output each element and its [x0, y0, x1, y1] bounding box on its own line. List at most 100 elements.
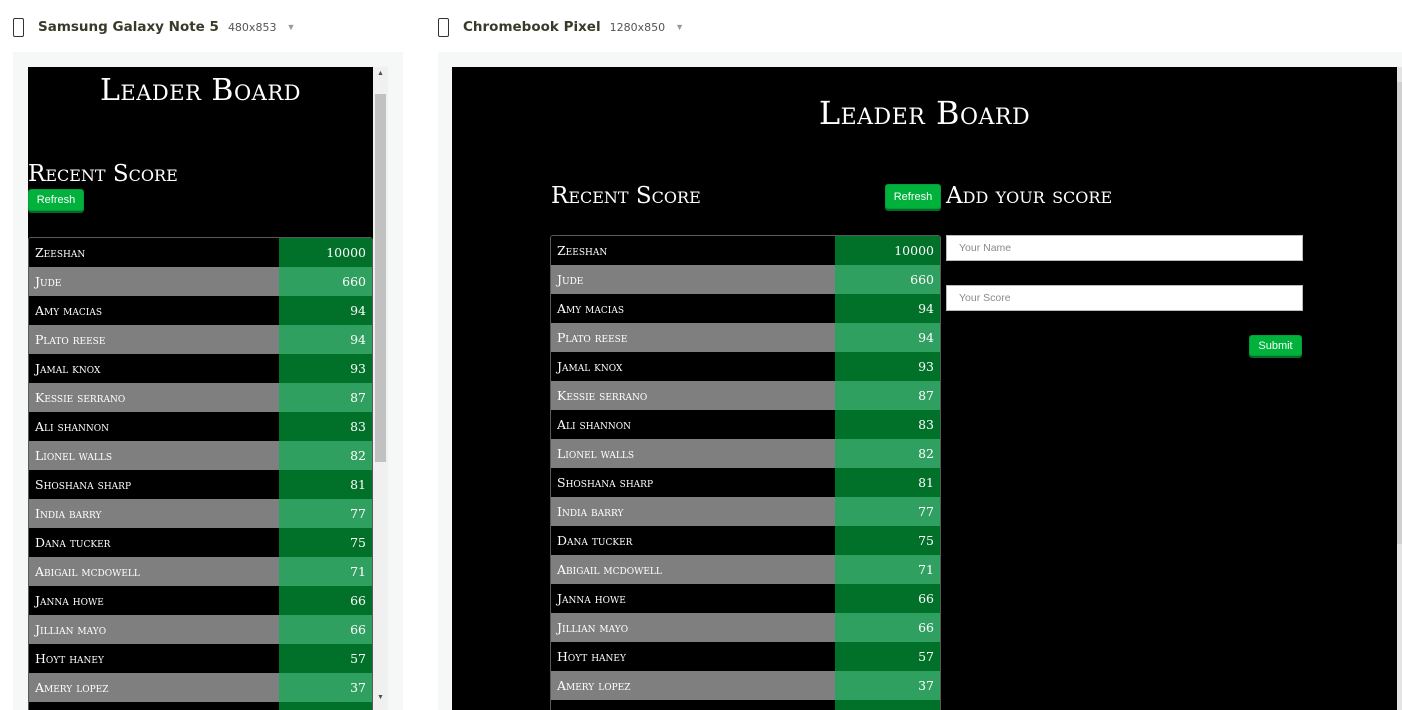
device-size: 480x853	[227, 20, 277, 34]
player-name: Dana tucker	[29, 528, 279, 557]
player-name: Abigail mcdowell	[29, 557, 279, 586]
player-score: 93	[835, 352, 940, 381]
chevron-down-icon[interactable]: ▼	[675, 22, 684, 32]
player-name: Plato reese	[551, 323, 835, 352]
player-score: 77	[279, 499, 372, 528]
score-table: Zeeshan 10000 Jude 660 Amy macias 94 Plato ree…	[28, 237, 373, 710]
player-score: 37	[835, 671, 940, 700]
score-input[interactable]	[946, 285, 1303, 311]
table-row: Zeeshan 10000	[29, 238, 372, 267]
player-score: 660	[835, 265, 940, 294]
table-row: Shoshana sharp 81	[551, 468, 940, 497]
device-size: 1280x850	[609, 20, 666, 34]
player-score: 57	[279, 644, 372, 673]
player-name: Hoyt haney	[551, 642, 835, 671]
table-row: Janna howe 66	[29, 586, 372, 615]
table-row: Hoyt haney 57	[551, 642, 940, 671]
scrollbar-thumb[interactable]	[375, 94, 386, 462]
player-score: 66	[279, 586, 372, 615]
player-score: 82	[279, 441, 372, 470]
table-row: Jillian mayo 66	[551, 613, 940, 642]
device-header-chromebook: Chromebook Pixel 1280x850 ▼	[438, 12, 684, 42]
player-score: 75	[835, 526, 940, 555]
player-score: 66	[835, 584, 940, 613]
player-name	[29, 702, 279, 710]
table-row: Janna howe 66	[551, 584, 940, 613]
score-table: Zeeshan 10000 Jude 660 Amy macias 94 Plato ree…	[550, 235, 941, 710]
scroll-down-icon[interactable]: ▼	[373, 692, 388, 704]
player-name: Shoshana sharp	[551, 468, 835, 497]
player-name: Janna howe	[29, 586, 279, 615]
player-score: 10000	[835, 236, 940, 265]
player-name: Amery lopez	[551, 671, 835, 700]
player-name: Jamal knox	[551, 352, 835, 381]
page-title: Leader Board	[818, 94, 1031, 132]
player-name: Plato reese	[29, 325, 279, 354]
phone-icon[interactable]	[13, 17, 24, 37]
device-header-samsung: Samsung Galaxy Note 5 480x853 ▼	[13, 12, 295, 42]
player-name: Kessie serrano	[29, 383, 279, 412]
player-name: Hoyt haney	[29, 644, 279, 673]
player-score: 87	[835, 381, 940, 410]
player-score	[279, 702, 372, 710]
player-name: Kessie serrano	[551, 381, 835, 410]
player-name: Dana tucker	[551, 526, 835, 555]
table-row: Kessie serrano 87	[551, 381, 940, 410]
table-row: Amery lopez 37	[29, 673, 372, 702]
player-score: 82	[835, 439, 940, 468]
player-name: Zeeshan	[551, 236, 835, 265]
player-name: Jude	[29, 267, 279, 296]
table-row: Jude 660	[551, 265, 940, 294]
device-screen: Leader Board Recent Score Refresh Zeesha…	[28, 67, 373, 710]
player-name: Jamal knox	[29, 354, 279, 383]
chevron-down-icon[interactable]: ▼	[286, 22, 295, 32]
player-score: 81	[279, 470, 372, 499]
player-name: Jillian mayo	[29, 615, 279, 644]
player-name: Lionel walls	[29, 441, 279, 470]
table-row: Zeeshan 10000	[551, 236, 940, 265]
submit-button[interactable]: Submit	[1249, 335, 1302, 356]
table-row: Lionel walls 82	[29, 441, 372, 470]
table-row	[29, 702, 372, 710]
scrollbar-thumb[interactable]	[1397, 82, 1402, 544]
add-score-title: Add your score	[946, 183, 1113, 209]
page-title: Leader Board	[99, 73, 301, 108]
table-row: Ali shannon 83	[29, 412, 372, 441]
table-row: Amy macias 94	[551, 294, 940, 323]
table-row: Shoshana sharp 81	[29, 470, 372, 499]
name-input[interactable]	[946, 235, 1303, 261]
player-score: 94	[835, 294, 940, 323]
player-score: 87	[279, 383, 372, 412]
refresh-button[interactable]: Refresh	[28, 189, 84, 211]
recent-score-title: Recent Score	[28, 161, 178, 187]
player-score: 66	[279, 615, 372, 644]
recent-score-title: Recent Score	[551, 183, 701, 209]
player-name: Janna howe	[551, 584, 835, 613]
player-name: Ali shannon	[29, 412, 279, 441]
player-score	[835, 700, 940, 710]
player-score: 81	[835, 468, 940, 497]
player-name: Shoshana sharp	[29, 470, 279, 499]
player-name: Jillian mayo	[551, 613, 835, 642]
player-name: Amy macias	[29, 296, 279, 325]
player-score: 66	[835, 613, 940, 642]
table-row: Abigail mcdowell 71	[551, 555, 940, 584]
scrollbar[interactable]: ▲ ▼	[373, 67, 388, 710]
player-score: 83	[835, 410, 940, 439]
table-row: Lionel walls 82	[551, 439, 940, 468]
scrollbar[interactable]	[1397, 67, 1402, 710]
player-score: 71	[279, 557, 372, 586]
player-score: 10000	[279, 238, 372, 267]
phone-icon[interactable]	[438, 17, 449, 37]
table-row: Hoyt haney 57	[29, 644, 372, 673]
scroll-up-icon[interactable]: ▲	[373, 68, 388, 80]
table-row: Jamal knox 93	[29, 354, 372, 383]
device-name: Chromebook Pixel	[463, 19, 601, 35]
refresh-button[interactable]: Refresh	[885, 184, 941, 209]
table-row: Kessie serrano 87	[29, 383, 372, 412]
player-name: India barry	[29, 499, 279, 528]
table-row: Plato reese 94	[551, 323, 940, 352]
table-row: Jude 660	[29, 267, 372, 296]
player-name: Lionel walls	[551, 439, 835, 468]
device-frame-samsung: Leader Board Recent Score Refresh Zeesha…	[13, 52, 403, 710]
